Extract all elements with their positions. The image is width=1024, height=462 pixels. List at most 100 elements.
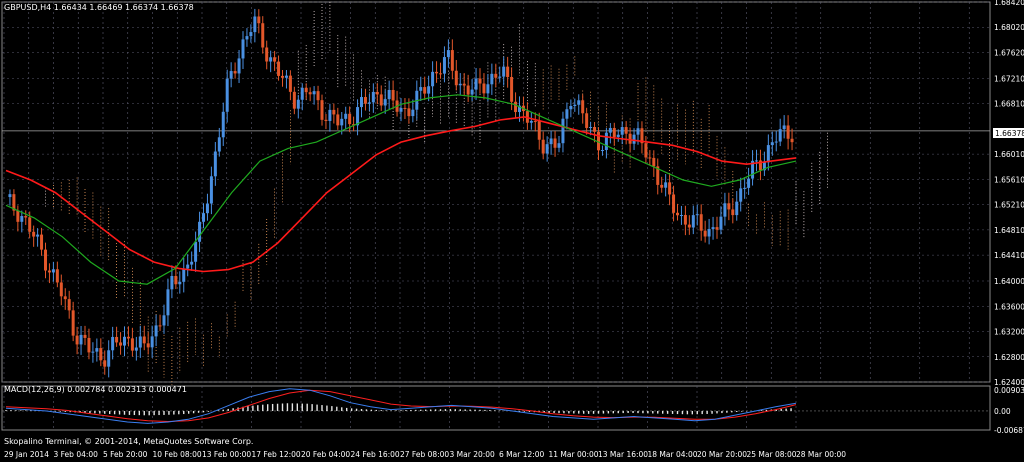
candle-body xyxy=(130,338,134,351)
candle-body xyxy=(387,89,391,100)
candle-body xyxy=(707,229,711,237)
candle-body xyxy=(363,97,367,104)
x-tick-label: 20 Feb 04:00 xyxy=(301,450,350,459)
candle-body xyxy=(277,61,281,76)
x-tick-label: 6 Mar 12:00 xyxy=(499,450,545,459)
candle-body xyxy=(375,91,379,95)
candle-body xyxy=(466,85,470,95)
y-tick-label: 1.62800 xyxy=(994,353,1024,362)
candle-body xyxy=(55,269,59,283)
candle-body xyxy=(154,325,158,337)
y-tick-label: 1.64000 xyxy=(994,277,1024,286)
candle-body xyxy=(604,132,608,151)
candle-body xyxy=(600,150,604,152)
candle-body xyxy=(190,261,194,265)
candle-body xyxy=(561,118,565,144)
candle-body xyxy=(743,187,747,189)
candle-body xyxy=(32,231,36,237)
candle-body xyxy=(703,230,707,237)
x-tick-label: 10 Feb 08:00 xyxy=(153,450,202,459)
y-tick-label: 1.64810 xyxy=(994,226,1024,235)
candle-body xyxy=(205,203,209,214)
candle-body xyxy=(770,142,774,146)
ema-red-line xyxy=(5,116,797,273)
y-tick-label: 1.68420 xyxy=(994,0,1024,7)
candle-body xyxy=(624,127,628,134)
candle-body xyxy=(648,157,652,159)
y-tick-label: 1.68020 xyxy=(994,23,1024,32)
candle-body xyxy=(150,336,154,348)
candle-body xyxy=(545,144,549,154)
candle-body xyxy=(660,184,664,188)
candle-body xyxy=(111,336,115,351)
candle-body xyxy=(672,194,676,213)
macd-tick-label: 0.00 xyxy=(994,407,1011,416)
candle-body xyxy=(178,281,182,285)
candle-body xyxy=(632,134,636,144)
y-tick-label: 1.67620 xyxy=(994,48,1024,57)
copyright-text: Skopalino Terminal, © 2001-2014, MetaQuo… xyxy=(4,437,253,446)
candle-body xyxy=(494,73,498,78)
candle-body xyxy=(24,216,28,218)
candle-body xyxy=(731,209,735,216)
candle-body xyxy=(474,78,478,90)
candle-body xyxy=(557,143,561,148)
candle-body xyxy=(91,351,95,353)
candle-body xyxy=(324,119,328,121)
candle-body xyxy=(107,350,111,367)
candle-body xyxy=(498,76,502,78)
candle-body xyxy=(664,182,668,188)
candle-body xyxy=(727,203,731,210)
candle-body xyxy=(344,113,348,119)
candle-body xyxy=(569,105,573,110)
candle-body xyxy=(134,347,138,351)
candle-body xyxy=(20,216,24,222)
candle-body xyxy=(312,91,316,95)
x-tick-label: 3 Mar 20:00 xyxy=(450,450,496,459)
candle-body xyxy=(687,224,691,228)
candle-body xyxy=(399,107,403,112)
candle-body xyxy=(529,120,533,123)
candle-body xyxy=(683,215,687,225)
candle-body xyxy=(462,83,466,86)
candle-body xyxy=(676,212,679,216)
candle-body xyxy=(695,214,699,216)
candle-body xyxy=(213,151,217,177)
y-tick-label: 1.63600 xyxy=(994,302,1024,311)
chart-window[interactable]: 1.68420 1.68020 1.67620 1.67210 1.66810 1.660… xyxy=(0,0,1024,462)
candle-body xyxy=(202,213,205,222)
candle-body xyxy=(67,299,71,311)
candle-body xyxy=(454,70,458,86)
x-tick-label: 28 Mar 00:00 xyxy=(796,450,846,459)
candle-body xyxy=(573,104,577,106)
price-chart[interactable]: 1.68420 1.68020 1.67620 1.67210 1.66810 1.660… xyxy=(0,0,1024,462)
candle-body xyxy=(755,160,758,162)
candle-body xyxy=(699,214,703,231)
x-tick-label: 18 Mar 04:00 xyxy=(648,450,698,459)
candle-body xyxy=(146,343,150,348)
candle-body xyxy=(766,145,770,163)
candle-body xyxy=(336,114,340,126)
candle-body xyxy=(407,108,411,117)
candle-body xyxy=(711,227,715,230)
x-tick-label: 13 Feb 00:00 xyxy=(202,450,251,459)
candle-body xyxy=(71,310,75,336)
candle-body xyxy=(16,210,20,222)
candle-body xyxy=(442,57,446,74)
candle-body xyxy=(502,66,506,77)
candle-body xyxy=(217,137,221,152)
x-tick-label: 3 Feb 04:00 xyxy=(54,450,99,459)
candle-body xyxy=(774,141,778,143)
candle-body xyxy=(565,109,569,119)
y-tick-label: 1.66810 xyxy=(994,100,1024,109)
candle-body xyxy=(577,100,581,105)
candle-body xyxy=(253,16,257,33)
candle-body xyxy=(225,78,229,112)
candle-body xyxy=(360,97,363,108)
candle-body xyxy=(458,83,462,86)
candle-body xyxy=(628,133,632,144)
x-tick-label: 17 Feb 12:00 xyxy=(252,450,301,459)
candle-body xyxy=(186,264,190,269)
candle-body xyxy=(589,127,593,129)
candle-body xyxy=(44,249,47,271)
